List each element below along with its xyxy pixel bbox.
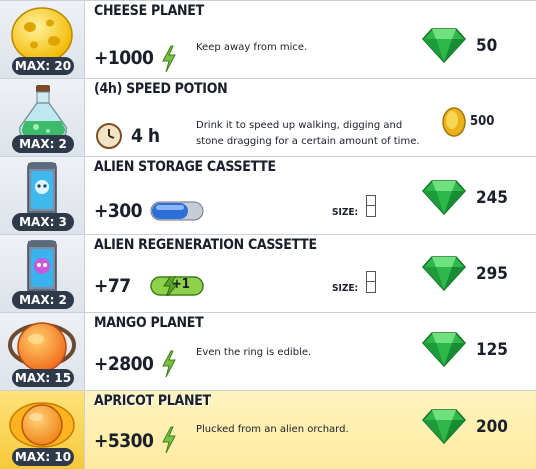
max-quantity-badge: MAX: 10 — [12, 448, 74, 466]
item-price: 500 — [470, 114, 495, 129]
speed-potion-icon — [8, 83, 76, 143]
regen-bonus-badge: +1 — [150, 276, 204, 296]
storage-capacity-bar — [150, 201, 204, 221]
item-icon-panel: MAX: 15 — [0, 313, 85, 390]
item-icon-panel: MAX: 2 — [0, 79, 85, 156]
item-amount: +77 — [94, 275, 131, 297]
gem-icon — [422, 332, 466, 367]
gem-icon — [422, 180, 466, 215]
item-title: ALIEN STORAGE CASSETTE — [94, 159, 276, 175]
coin-icon — [442, 107, 466, 137]
item-amount: +2800 — [94, 353, 154, 375]
size-icon — [366, 195, 376, 217]
max-quantity-badge: MAX: 2 — [12, 291, 74, 309]
item-price: 50 — [476, 36, 498, 56]
item-description: Even the ring is edible. — [196, 347, 312, 358]
shop-item-alien-regeneration-cassette[interactable]: MAX: 2 ALIEN REGENERATION CASSETTE +77 +… — [0, 234, 536, 312]
cheese-planet-icon — [8, 5, 76, 65]
size-icon — [366, 271, 376, 293]
item-price: 200 — [476, 417, 508, 437]
item-price: 295 — [476, 264, 508, 284]
size-label: SIZE: — [332, 207, 359, 218]
shop-item-alien-storage-cassette[interactable]: MAX: 3 ALIEN STORAGE CASSETTE +300 SIZE:… — [0, 156, 536, 234]
item-amount: +1000 — [94, 47, 154, 69]
item-description: Plucked from an alien orchard. — [196, 424, 349, 435]
item-title: (4h) SPEED POTION — [94, 81, 228, 97]
item-title: ALIEN REGENERATION CASSETTE — [94, 237, 317, 253]
energy-bolt-icon — [162, 350, 176, 378]
max-quantity-badge: MAX: 20 — [12, 57, 74, 75]
storage-cassette-icon — [8, 161, 76, 221]
energy-bolt-icon — [162, 45, 176, 73]
item-amount: +5300 — [94, 430, 154, 452]
size-label: SIZE: — [332, 283, 359, 294]
item-title: MANGO PLANET — [94, 315, 204, 331]
shop-item-cheese-planet[interactable]: MAX: 20 CHEESE PLANET +1000 Keep away fr… — [0, 0, 536, 78]
item-price: 245 — [476, 188, 508, 208]
mango-planet-icon — [8, 317, 76, 377]
item-title: CHEESE PLANET — [94, 3, 204, 19]
apricot-planet-icon — [8, 395, 76, 455]
shop-item-speed-potion[interactable]: MAX: 2 (4h) SPEED POTION 4 h Drink it to… — [0, 78, 536, 156]
max-quantity-badge: MAX: 15 — [12, 369, 74, 387]
item-price: 125 — [476, 340, 508, 360]
gem-icon — [422, 409, 466, 444]
shop-item-mango-planet[interactable]: MAX: 15 MANGO PLANET +2800 Even the ring… — [0, 312, 536, 390]
shop-item-apricot-planet[interactable]: MAX: 10 APRICOT PLANET +5300 Plucked fro… — [0, 390, 536, 469]
item-icon-panel: MAX: 3 — [0, 157, 85, 234]
potion-duration: 4 h — [131, 125, 160, 147]
item-icon-panel: MAX: 2 — [0, 235, 85, 312]
item-description: Keep away from mice. — [196, 42, 308, 53]
item-amount: +300 — [94, 200, 143, 222]
item-icon-panel: MAX: 20 — [0, 1, 85, 78]
energy-bolt-icon — [162, 426, 176, 454]
gem-icon — [422, 28, 466, 63]
clock-icon — [96, 123, 122, 149]
item-icon-panel: MAX: 10 — [0, 391, 85, 469]
item-description: Drink it to speed up walking, digging an… — [196, 120, 420, 147]
regeneration-cassette-icon — [8, 239, 76, 299]
max-quantity-badge: MAX: 3 — [12, 213, 74, 231]
regen-bonus-label: +1 — [172, 277, 190, 292]
shop-list: MAX: 20 CHEESE PLANET +1000 Keep away fr… — [0, 0, 536, 469]
gem-icon — [422, 256, 466, 291]
item-title: APRICOT PLANET — [94, 393, 211, 409]
max-quantity-badge: MAX: 2 — [12, 135, 74, 153]
